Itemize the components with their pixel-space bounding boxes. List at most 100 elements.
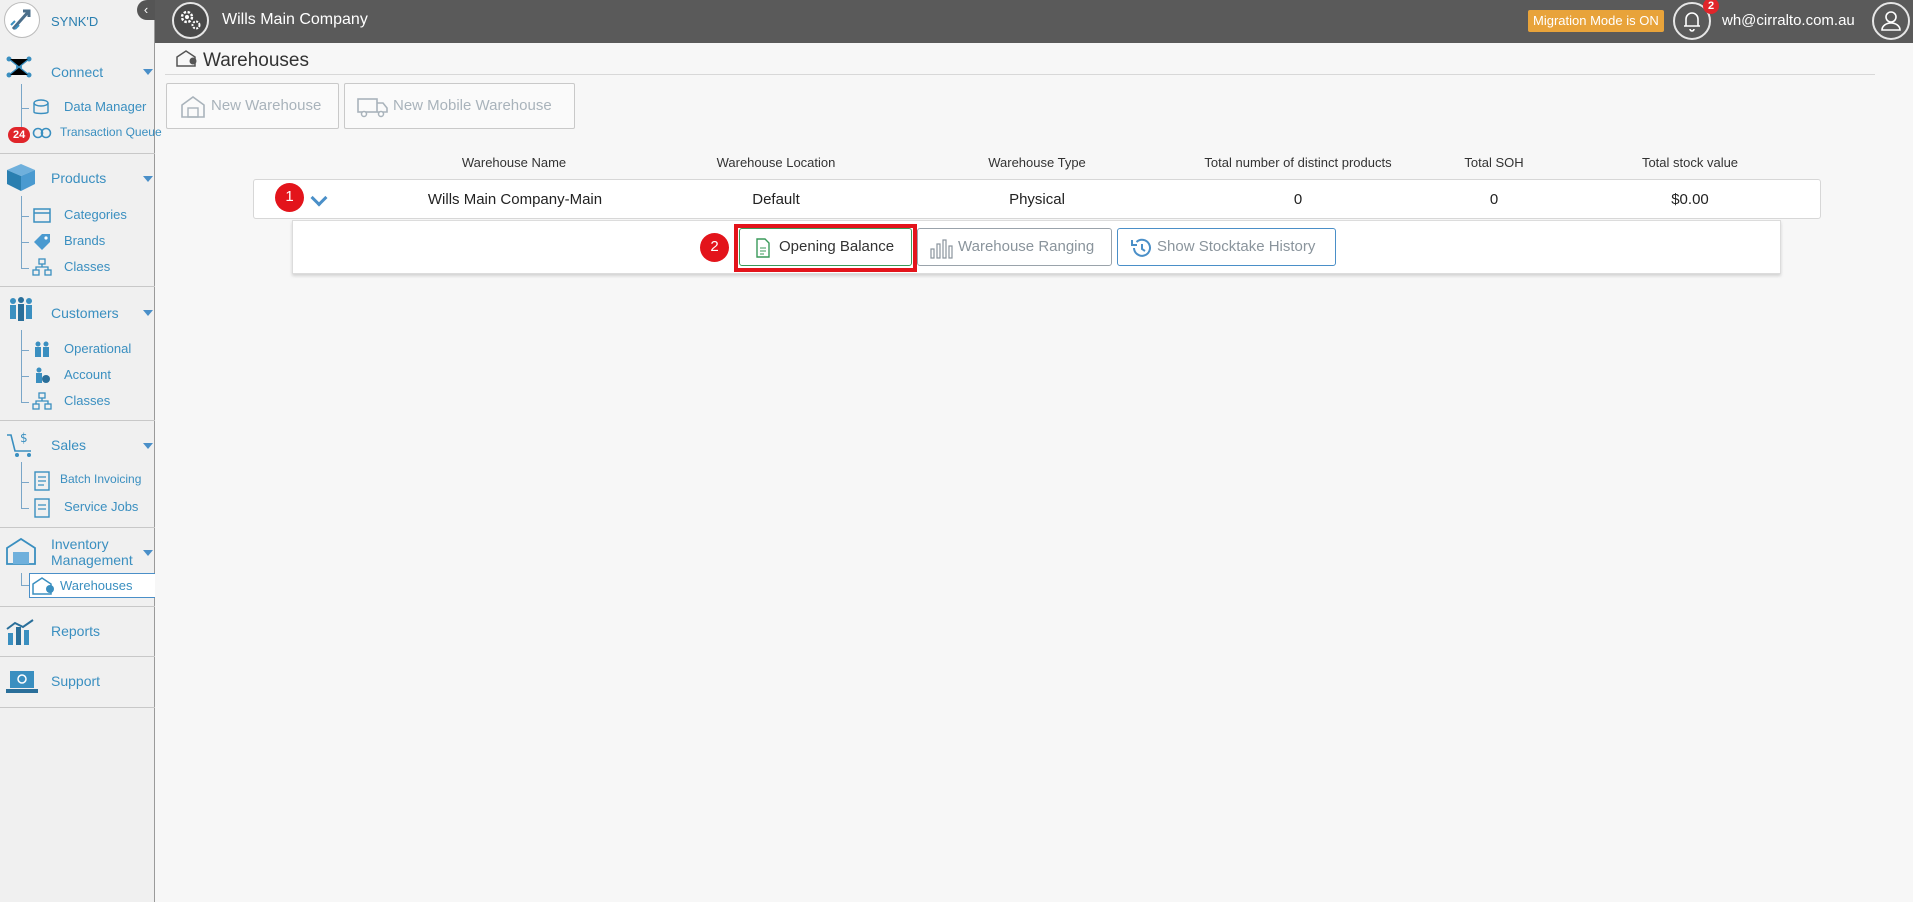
- warehouse-add-icon: [180, 95, 206, 119]
- people-icon: [5, 295, 35, 325]
- cell-warehouse-name: Wills Main Company-Main: [427, 191, 603, 208]
- new-mobile-warehouse-button[interactable]: New Mobile Warehouse: [344, 83, 575, 129]
- tag-icon: [32, 232, 52, 250]
- sidebar-item-data-manager[interactable]: Data Manager: [20, 96, 154, 120]
- cart-dollar-icon: $: [5, 429, 37, 459]
- folder-icon: [32, 206, 52, 224]
- bar-chart-icon: [5, 619, 37, 647]
- cell-total-soh: 0: [1489, 191, 1499, 208]
- nav-customers[interactable]: Customers: [0, 297, 155, 330]
- stocktake-history-label: Show Stocktake History: [1157, 238, 1316, 255]
- network-icon: [5, 53, 33, 81]
- hierarchy-icon: [32, 392, 52, 410]
- sidebar-item-label: Transaction Queue: [60, 125, 162, 139]
- nav-support[interactable]: Support: [0, 669, 155, 699]
- warehouse-icon: [5, 536, 37, 566]
- truck-icon: [357, 95, 389, 119]
- show-stocktake-history-button[interactable]: Show Stocktake History: [1117, 228, 1336, 266]
- bar-chart-icon: [929, 237, 953, 259]
- sidebar-item-label: Categories: [64, 207, 127, 222]
- cell-distinct-products: 0: [1293, 191, 1303, 208]
- sidebar-item-batch-invoicing[interactable]: Batch Invoicing: [20, 469, 154, 493]
- nav-support-label: Support: [51, 673, 101, 689]
- svg-text:$: $: [20, 431, 28, 445]
- nav-reports[interactable]: Reports: [0, 619, 155, 649]
- column-header-warehouse-type[interactable]: Warehouse Type: [937, 155, 1137, 170]
- sidebar-item-account[interactable]: Account: [20, 364, 154, 388]
- sidebar-item-transaction-queue[interactable]: Transaction Queue: [20, 122, 162, 146]
- synkd-logo-icon: [4, 2, 40, 38]
- cell-total-stock-value: $0.00: [1671, 191, 1709, 208]
- company-settings-button[interactable]: [172, 2, 209, 39]
- warehouse-ranging-label: Warehouse Ranging: [958, 238, 1095, 255]
- nav-connect[interactable]: Connect: [0, 56, 155, 89]
- chevron-down-icon: [143, 550, 153, 556]
- nav-products-label: Products: [51, 170, 107, 186]
- people-icon: [32, 340, 52, 358]
- history-icon: [1129, 237, 1153, 259]
- opening-balance-highlight: [734, 224, 917, 272]
- laptop-help-icon: [5, 669, 39, 697]
- top-bar: Wills Main Company Migration Mode is ON …: [155, 0, 1913, 43]
- sidebar-item-customer-classes[interactable]: Classes: [20, 390, 154, 414]
- brand-name: SYNK'D: [51, 14, 99, 29]
- nav-customers-label: Customers: [51, 305, 119, 321]
- column-header-warehouse-location[interactable]: Warehouse Location: [676, 155, 876, 170]
- sidebar-item-operational[interactable]: Operational: [20, 338, 154, 362]
- database-icon: [32, 98, 52, 118]
- sidebar-item-label: Classes: [64, 259, 111, 274]
- nav-sales[interactable]: $ Sales: [0, 431, 155, 463]
- sidebar-item-label: Classes: [64, 393, 111, 408]
- sidebar-item-product-classes[interactable]: Classes: [20, 256, 154, 280]
- sidebar-item-label: Operational: [64, 341, 132, 356]
- step-1-annotation: 1: [275, 183, 304, 212]
- warehouse-settings-icon: [32, 576, 56, 596]
- sidebar: SYNK'D ‹ Connect Data Manager 24 Transac…: [0, 0, 162, 902]
- nav-inventory-management[interactable]: Inventory Management: [0, 536, 155, 572]
- cell-warehouse-location: Default: [752, 191, 800, 208]
- column-header-total-stock-value[interactable]: Total stock value: [1590, 155, 1790, 170]
- column-header-warehouse-name[interactable]: Warehouse Name: [414, 155, 614, 170]
- sidebar-item-service-jobs[interactable]: Service Jobs: [20, 496, 154, 520]
- user-profile-button[interactable]: [1872, 2, 1910, 40]
- warehouse-title-icon: [176, 49, 198, 67]
- migration-mode-badge: Migration Mode is ON: [1528, 10, 1664, 32]
- document-icon: [32, 498, 52, 518]
- sync-icon: [32, 124, 52, 142]
- sidebar-item-brands[interactable]: Brands: [20, 230, 154, 254]
- sidebar-item-categories[interactable]: Categories: [20, 204, 154, 228]
- sidebar-item-label: Data Manager: [64, 99, 147, 114]
- nav-sales-label: Sales: [51, 437, 87, 453]
- sidebar-item-label: Batch Invoicing: [60, 472, 142, 486]
- invoice-icon: [32, 471, 52, 491]
- sidebar-item-label: Service Jobs: [64, 499, 139, 514]
- chevron-down-icon: [143, 176, 153, 182]
- warehouse-ranging-button[interactable]: Warehouse Ranging: [917, 228, 1112, 266]
- step-2-annotation: 2: [700, 233, 729, 262]
- sidebar-item-label: Warehouses: [60, 578, 133, 593]
- column-header-total-soh[interactable]: Total SOH: [1394, 155, 1594, 170]
- notification-count-badge: 2: [1703, 0, 1719, 14]
- user-icon: [1881, 11, 1901, 31]
- new-mobile-warehouse-label: New Mobile Warehouse: [393, 97, 552, 114]
- account-dollar-icon: [32, 366, 52, 384]
- chevron-down-icon: [143, 310, 153, 316]
- hierarchy-icon: [32, 258, 52, 276]
- chevron-down-icon: [143, 69, 153, 75]
- page-title: Warehouses: [203, 50, 309, 71]
- box-icon: [5, 162, 37, 192]
- sidebar-collapse-button[interactable]: ‹: [137, 0, 155, 20]
- title-divider: [165, 74, 1875, 75]
- user-email[interactable]: wh@cirralto.com.au: [1722, 12, 1855, 29]
- sidebar-item-label: Brands: [64, 233, 106, 248]
- new-warehouse-button[interactable]: New Warehouse: [166, 83, 339, 129]
- sidebar-item-warehouses[interactable]: Warehouses: [29, 573, 155, 598]
- company-name[interactable]: Wills Main Company: [222, 11, 368, 29]
- column-header-distinct-products[interactable]: Total number of distinct products: [1168, 155, 1428, 170]
- new-warehouse-label: New Warehouse: [211, 97, 322, 114]
- sidebar-item-label: Account: [64, 367, 111, 382]
- nav-products[interactable]: Products: [0, 164, 155, 196]
- brand[interactable]: SYNK'D: [0, 0, 155, 43]
- nav-inventory-label: Inventory Management: [51, 536, 133, 568]
- nav-reports-label: Reports: [51, 623, 101, 639]
